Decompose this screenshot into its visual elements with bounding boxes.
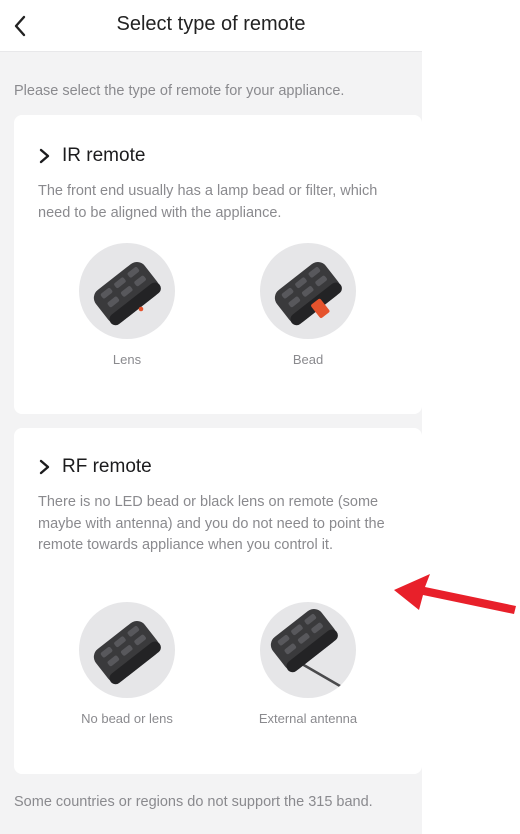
top-bar: Select type of remote xyxy=(0,0,422,52)
ir-remote-card[interactable]: IR remote The front end usually has a la… xyxy=(14,115,422,414)
red-arrow-icon xyxy=(394,574,516,614)
option-label: Lens xyxy=(112,352,142,367)
option-no-bead-or-lens[interactable]: No bead or lens xyxy=(47,602,207,726)
rf-remote-card[interactable]: RF remote There is no LED bead or black … xyxy=(14,428,422,774)
app-screen: Select type of remote Please select the … xyxy=(0,0,422,834)
option-label: No bead or lens xyxy=(81,711,173,726)
page-title: Select type of remote xyxy=(116,13,306,35)
remote-lens-icon xyxy=(79,243,175,339)
card-header: RF remote xyxy=(38,456,422,478)
card-description: There is no LED bead or black lens on re… xyxy=(38,494,385,553)
option-bead[interactable]: Bead xyxy=(228,243,388,367)
remote-antenna-icon xyxy=(260,602,356,698)
remote-plain-icon xyxy=(79,602,175,698)
chevron-right-icon xyxy=(39,459,50,475)
option-label: External antenna xyxy=(258,711,358,726)
intro-text: Please select the type of remote for you… xyxy=(14,83,345,99)
card-description: The front end usually has a lamp bead or… xyxy=(38,183,378,221)
option-label: Bead xyxy=(292,352,324,367)
chevron-right-icon xyxy=(39,148,50,164)
option-lens[interactable]: Lens xyxy=(47,243,207,367)
card-title: IR remote xyxy=(62,145,146,166)
card-title: RF remote xyxy=(62,456,152,477)
footer-note: Some countries or regions do not support… xyxy=(14,794,373,810)
remote-bead-icon xyxy=(260,243,356,339)
card-header: IR remote xyxy=(38,145,422,167)
option-external-antenna[interactable]: External antenna xyxy=(228,602,388,726)
